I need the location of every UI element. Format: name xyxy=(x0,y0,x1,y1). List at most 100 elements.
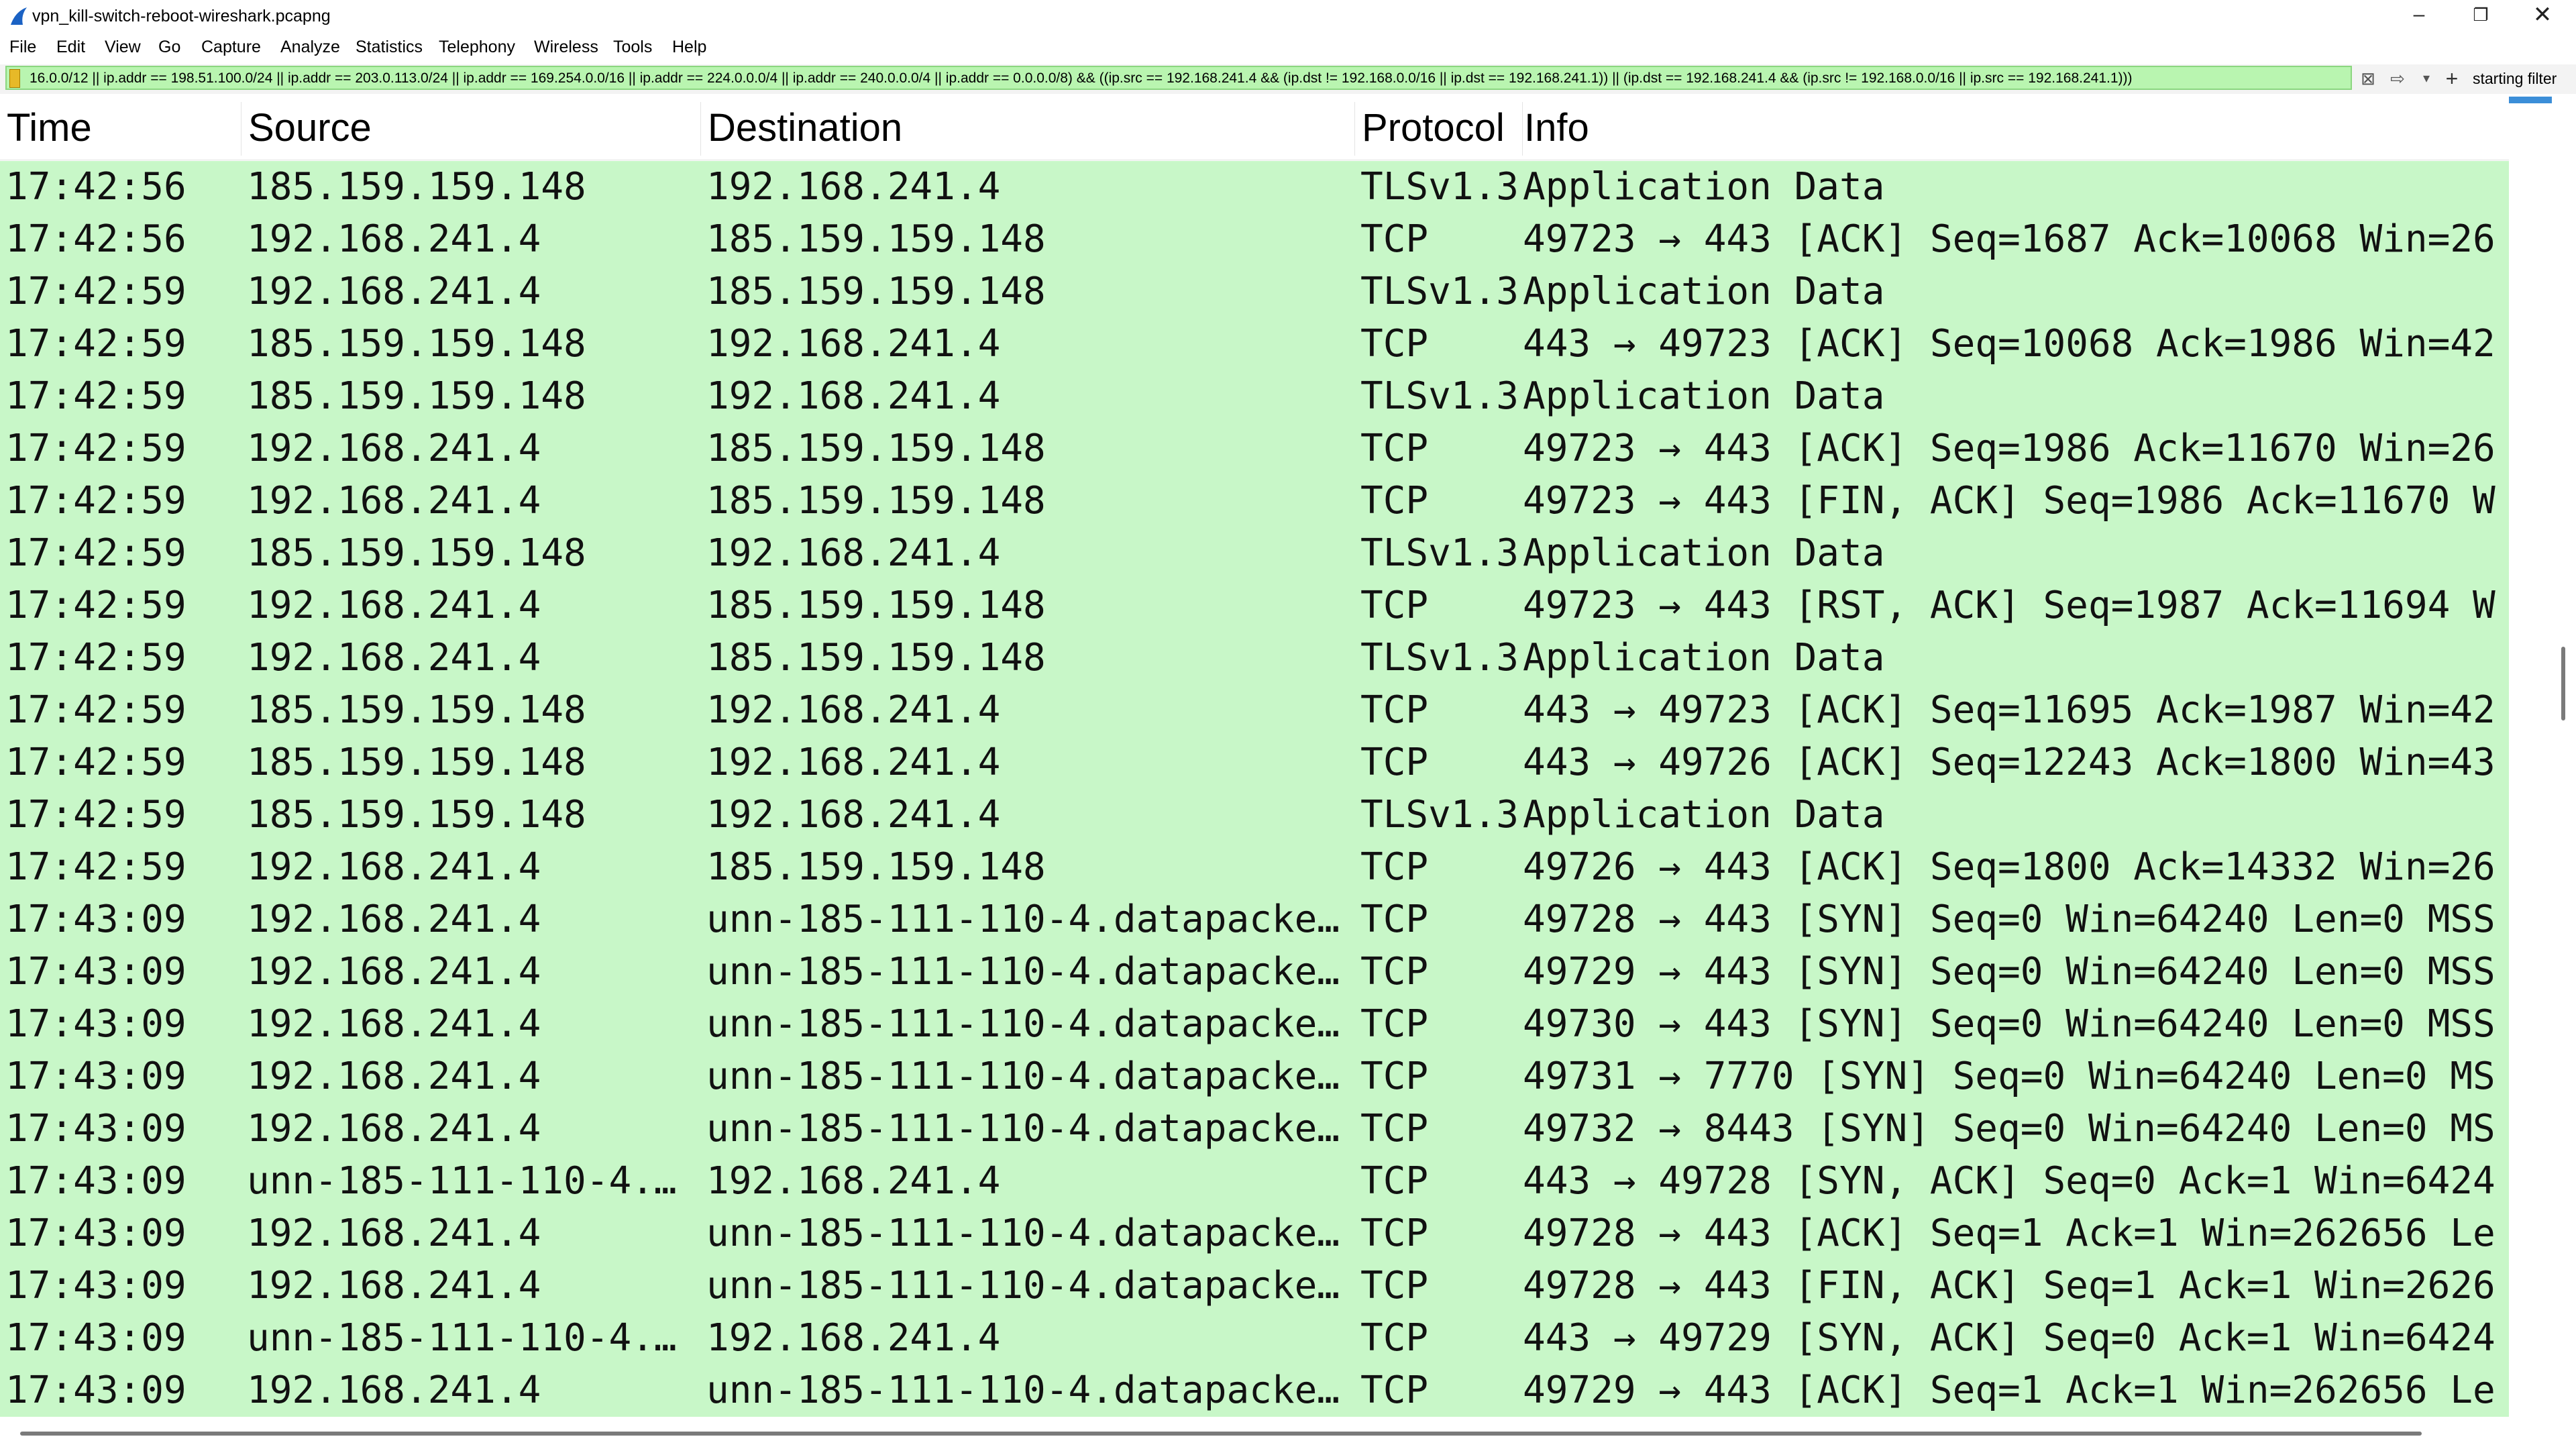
table-row[interactable]: 17:43:09 192.168.241.4 unn-185-111-110-4.d… xyxy=(0,1051,2509,1103)
cell-protocol: TLSv1.3 xyxy=(1360,374,1519,418)
cell-time: 17:42:59 xyxy=(5,845,186,889)
cell-source: 192.168.241.4 xyxy=(247,1212,541,1255)
cell-info: 443 → 49729 [SYN, ACK] Seq=0 Ack=1 Win=6… xyxy=(1523,1316,2496,1360)
table-row[interactable]: 17:42:59 192.168.241.4 185.159.159.148 TCP 4… xyxy=(0,841,2509,894)
cell-destination: unn-185-111-110-4.datapacke… xyxy=(706,1368,1340,1412)
cell-source: unn-185-111-110-4.… xyxy=(247,1316,677,1360)
cell-time: 17:42:59 xyxy=(5,479,186,523)
table-row[interactable]: 17:42:59 192.168.241.4 185.159.159.148 TCP 4… xyxy=(0,580,2509,632)
table-row[interactable]: 17:42:59 185.159.159.148 192.168.241.4 TCP 4… xyxy=(0,737,2509,789)
table-row[interactable]: 17:43:09 192.168.241.4 unn-185-111-110-4.d… xyxy=(0,1208,2509,1260)
apply-filter-icon[interactable]: ⇨ xyxy=(2381,67,2414,90)
display-filter-input[interactable]: 16.0.0/12 || ip.addr == 198.51.100.0/24 … xyxy=(5,66,2352,90)
close-button[interactable]: ✕ xyxy=(2512,0,2573,30)
horizontal-scrollbar[interactable] xyxy=(0,1421,2576,1449)
cell-info: 49723 → 443 [ACK] Seq=1986 Ack=11670 Win… xyxy=(1523,427,2496,470)
table-row[interactable]: 17:42:59 185.159.159.148 192.168.241.4 TLSv… xyxy=(0,370,2509,423)
table-row[interactable]: 17:43:09 192.168.241.4 unn-185-111-110-4.d… xyxy=(0,946,2509,998)
cell-info: 49732 → 8443 [SYN] Seq=0 Win=64240 Len=0… xyxy=(1523,1107,2496,1150)
cell-time: 17:43:09 xyxy=(5,1264,186,1307)
table-row[interactable]: 17:42:59 185.159.159.148 192.168.241.4 TLSv… xyxy=(0,789,2509,841)
cell-info: 443 → 49723 [ACK] Seq=10068 Ack=1986 Win… xyxy=(1523,322,2496,366)
vertical-scrollbar[interactable] xyxy=(2509,97,2576,1421)
filter-button-starting-filter[interactable]: starting filter xyxy=(2473,68,2557,89)
table-row[interactable]: 17:43:09 192.168.241.4 unn-185-111-110-4.d… xyxy=(0,1260,2509,1312)
table-row[interactable]: 17:42:59 185.159.159.148 192.168.241.4 TLSv… xyxy=(0,527,2509,580)
filter-history-dropdown-icon[interactable]: ▾ xyxy=(2416,67,2436,90)
vertical-scrollbar-thumb[interactable] xyxy=(2561,647,2565,720)
horizontal-scrollbar-thumb[interactable] xyxy=(20,1432,2422,1436)
cell-source: 192.168.241.4 xyxy=(247,898,541,941)
table-row[interactable]: 17:43:09 unn-185-111-110-4.… 192.168.241.4… xyxy=(0,1155,2509,1208)
column-header-source[interactable]: Source xyxy=(241,97,701,160)
table-row[interactable]: 17:42:59 192.168.241.4 185.159.159.148 TLSv… xyxy=(0,632,2509,684)
cell-destination: 185.159.159.148 xyxy=(706,217,1046,261)
cell-info: 443 → 49728 [SYN, ACK] Seq=0 Ack=1 Win=6… xyxy=(1523,1159,2496,1203)
column-header-destination[interactable]: Destination xyxy=(701,97,1355,160)
menu-view[interactable]: View xyxy=(105,36,141,58)
table-row[interactable]: 17:42:59 185.159.159.148 192.168.241.4 TCP 4… xyxy=(0,684,2509,737)
minimize-button[interactable]: – xyxy=(2388,0,2450,30)
packet-rows: 17:42:56 185.159.159.148 192.168.241.4 TLSv… xyxy=(0,161,2509,1417)
cell-protocol: TLSv1.3 xyxy=(1360,636,1519,680)
menu-tools[interactable]: Tools xyxy=(613,36,652,58)
table-row[interactable]: 17:42:56 192.168.241.4 185.159.159.148 TCP 4… xyxy=(0,213,2509,266)
cell-destination: 192.168.241.4 xyxy=(706,531,1001,575)
table-row[interactable]: 17:42:59 185.159.159.148 192.168.241.4 TCP 4… xyxy=(0,318,2509,370)
table-row[interactable]: 17:43:09 192.168.241.4 unn-185-111-110-4.d… xyxy=(0,1364,2509,1417)
menu-go[interactable]: Go xyxy=(158,36,180,58)
clear-filter-icon[interactable]: ⊠ xyxy=(2356,67,2380,90)
table-row[interactable]: 17:42:59 192.168.241.4 185.159.159.148 TCP 4… xyxy=(0,475,2509,527)
table-row[interactable]: 17:43:09 unn-185-111-110-4.… 192.168.241.4… xyxy=(0,1312,2509,1364)
cell-protocol: TCP xyxy=(1360,427,1429,470)
menu-edit[interactable]: Edit xyxy=(56,36,85,58)
table-row[interactable]: 17:42:56 185.159.159.148 192.168.241.4 TLSv… xyxy=(0,161,2509,213)
column-header-time[interactable]: Time xyxy=(0,97,241,160)
menu-wireless[interactable]: Wireless xyxy=(534,36,598,58)
cell-time: 17:42:59 xyxy=(5,322,186,366)
cell-destination: 192.168.241.4 xyxy=(706,165,1001,209)
cell-info: Application Data xyxy=(1523,636,1885,680)
menu-telephony[interactable]: Telephony xyxy=(439,36,515,58)
cell-protocol: TCP xyxy=(1360,1107,1429,1150)
cell-destination: 192.168.241.4 xyxy=(706,322,1001,366)
cell-protocol: TCP xyxy=(1360,950,1429,994)
menu-file[interactable]: File xyxy=(9,36,36,58)
table-row[interactable]: 17:43:09 192.168.241.4 unn-185-111-110-4.d… xyxy=(0,1103,2509,1155)
maximize-button[interactable]: ❐ xyxy=(2450,0,2512,30)
cell-destination: unn-185-111-110-4.datapacke… xyxy=(706,898,1340,941)
cell-destination: 192.168.241.4 xyxy=(706,1316,1001,1360)
cell-source: 185.159.159.148 xyxy=(247,322,586,366)
cell-source: 185.159.159.148 xyxy=(247,531,586,575)
column-header-protocol[interactable]: Protocol xyxy=(1355,97,1523,160)
cell-protocol: TCP xyxy=(1360,217,1429,261)
packet-list: Time Source Destination Protocol Info 17… xyxy=(0,97,2509,1421)
cell-info: Application Data xyxy=(1523,165,1885,209)
table-row[interactable]: 17:42:59 192.168.241.4 185.159.159.148 TCP 4… xyxy=(0,423,2509,475)
cell-time: 17:43:09 xyxy=(5,1002,186,1046)
column-header-info[interactable]: Info xyxy=(1517,97,2509,160)
cell-protocol: TCP xyxy=(1360,688,1429,732)
cell-source: 192.168.241.4 xyxy=(247,845,541,889)
bookmark-icon[interactable] xyxy=(9,69,20,88)
table-row[interactable]: 17:43:09 192.168.241.4 unn-185-111-110-4.d… xyxy=(0,998,2509,1051)
menu-statistics[interactable]: Statistics xyxy=(356,36,423,58)
menu-analyze[interactable]: Analyze xyxy=(280,36,340,58)
cell-time: 17:43:09 xyxy=(5,1159,186,1203)
cell-source: 192.168.241.4 xyxy=(247,217,541,261)
menu-capture[interactable]: Capture xyxy=(201,36,261,58)
cell-source: 192.168.241.4 xyxy=(247,950,541,994)
table-row[interactable]: 17:42:59 192.168.241.4 185.159.159.148 TLSv… xyxy=(0,266,2509,318)
cell-time: 17:42:59 xyxy=(5,688,186,732)
cell-time: 17:42:56 xyxy=(5,217,186,261)
display-filter-text[interactable]: 16.0.0/12 || ip.addr == 198.51.100.0/24 … xyxy=(30,69,2351,88)
menu-help[interactable]: Help xyxy=(672,36,706,58)
cell-info: 49728 → 443 [SYN] Seq=0 Win=64240 Len=0 … xyxy=(1523,898,2496,941)
cell-source: 192.168.241.4 xyxy=(247,270,541,313)
cell-protocol: TCP xyxy=(1360,898,1429,941)
table-row[interactable]: 17:43:09 192.168.241.4 unn-185-111-110-4.d… xyxy=(0,894,2509,946)
cell-destination: 185.159.159.148 xyxy=(706,479,1046,523)
cell-info: 49723 → 443 [ACK] Seq=1687 Ack=10068 Win… xyxy=(1523,217,2496,261)
cell-protocol: TLSv1.3 xyxy=(1360,165,1519,209)
add-filter-button-icon[interactable]: + xyxy=(2442,67,2462,90)
